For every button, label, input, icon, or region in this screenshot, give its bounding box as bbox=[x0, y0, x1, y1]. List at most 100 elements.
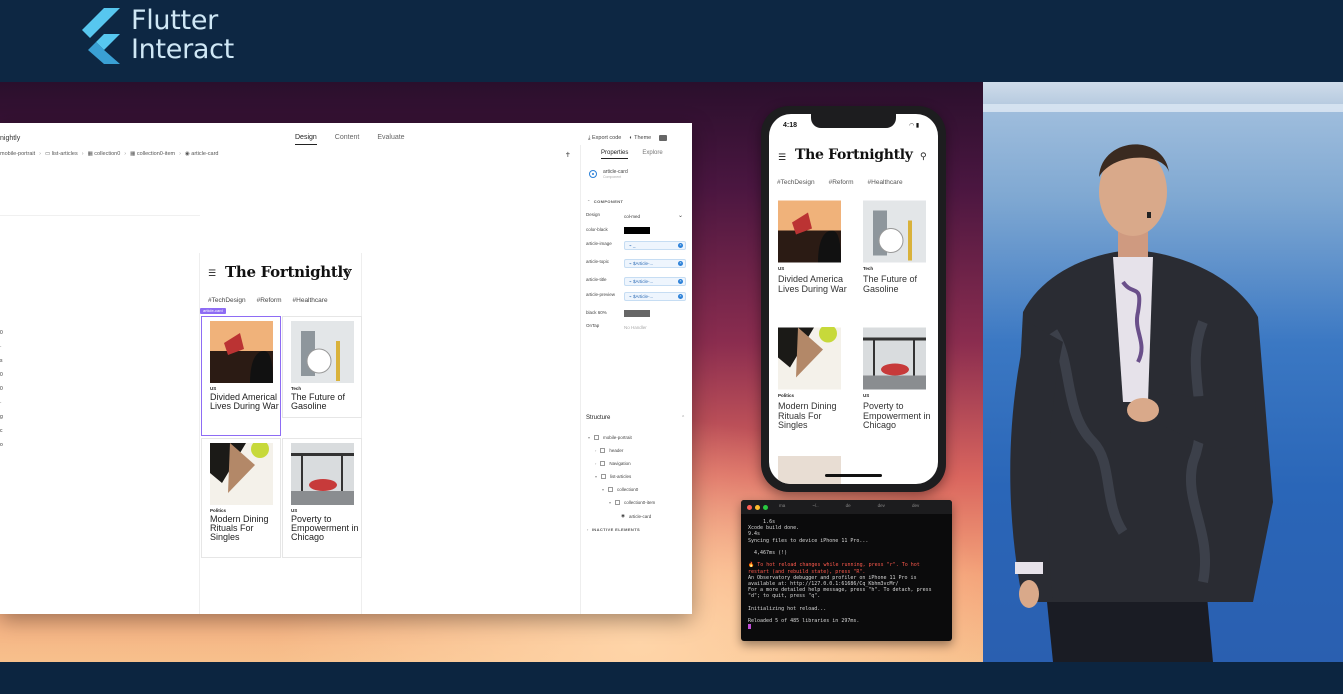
prop-article-topic: article-topic ⌁ $Article-... × bbox=[586, 259, 686, 275]
terminal-tabs: ma ~/.. de dev dev bbox=[779, 503, 919, 508]
terminal-tab[interactable]: de bbox=[846, 503, 851, 508]
export-code-button[interactable]: ⤓ Export code bbox=[588, 135, 621, 142]
terminal-output: 1.6s Xcode build done. 9.4s Syncing files t… bbox=[748, 519, 948, 632]
chevron-down-icon[interactable]: ⌄ bbox=[678, 212, 683, 219]
grid-icon: ▦ bbox=[130, 151, 136, 157]
structure-header[interactable]: Structure ⌃ bbox=[586, 415, 685, 421]
tag-item[interactable]: #Reform bbox=[829, 179, 854, 186]
ontap-handler[interactable]: No Handler bbox=[624, 323, 647, 332]
status-icons: ◠ ▮ bbox=[909, 123, 920, 129]
tag-item[interactable]: #Healthcare bbox=[293, 297, 328, 304]
pin-icon[interactable]: ✝ bbox=[565, 151, 571, 159]
minimize-icon[interactable] bbox=[755, 505, 760, 510]
app-title: The Fortnightly bbox=[795, 147, 913, 163]
prop-article-preview: article-preview ⌁ $Article-... × bbox=[586, 292, 686, 308]
breadcrumb-item[interactable]: collection0 bbox=[94, 151, 120, 157]
binding-chip[interactable]: ⌁ $Article-... × bbox=[624, 277, 686, 286]
color-swatch[interactable] bbox=[624, 227, 650, 234]
design-canvas[interactable]: 0 · s 0 0 · g c o ☰ The Fortnightly ⚲ #TechDesig… bbox=[0, 161, 580, 614]
close-icon[interactable] bbox=[747, 505, 752, 510]
theme-button[interactable]: ◐ Theme bbox=[629, 135, 651, 142]
clear-icon: × bbox=[678, 279, 683, 284]
terminal-tab[interactable]: dev bbox=[878, 503, 885, 508]
menu-icon[interactable]: ☰ bbox=[778, 152, 786, 163]
binding-chip[interactable]: ⌁ $Article-... × bbox=[624, 259, 686, 268]
phone-notch bbox=[811, 114, 896, 128]
search-icon[interactable]: ⚲ bbox=[920, 151, 927, 162]
maximize-icon[interactable] bbox=[763, 505, 768, 510]
search-icon[interactable]: ⚲ bbox=[343, 267, 350, 278]
terminal-cursor bbox=[748, 624, 751, 630]
inactive-elements-header[interactable]: › INACTIVE ELEMENTS bbox=[587, 527, 640, 532]
article-topic: US bbox=[778, 266, 785, 271]
chevron-up-icon: ⌃ bbox=[681, 415, 686, 421]
tree-item[interactable]: ▾ collection0-item bbox=[609, 500, 655, 505]
tab-explore[interactable]: Explore bbox=[642, 150, 662, 159]
article-image[interactable] bbox=[778, 456, 841, 484]
clear-icon: × bbox=[678, 243, 683, 248]
article-topic: US bbox=[863, 393, 870, 398]
article-image[interactable] bbox=[863, 200, 926, 263]
article-image[interactable] bbox=[778, 327, 841, 390]
iphone-simulator: 4:18 ◠ ▮ ☰ The Fortnightly ⚲ #TechDesign… bbox=[761, 106, 946, 492]
tree-item[interactable]: ▾ mobile-portrait bbox=[588, 435, 632, 440]
article-card[interactable]: US Divided Americal Lives During War bbox=[201, 316, 281, 436]
color-swatch[interactable] bbox=[624, 310, 650, 317]
breadcrumb-item[interactable]: list-articles bbox=[52, 151, 78, 157]
article-image bbox=[291, 443, 354, 505]
article-image[interactable] bbox=[778, 200, 841, 263]
article-title[interactable]: Poverty to Empowerment in Chicago bbox=[863, 401, 933, 431]
component-section-header[interactable]: ⌃ COMPONENT bbox=[587, 199, 623, 204]
breadcrumb-item[interactable]: collection0-item bbox=[137, 151, 175, 157]
tree-item[interactable]: ▾ collection0 bbox=[602, 487, 638, 492]
selected-type: Component bbox=[603, 175, 622, 179]
tab-evaluate[interactable]: Evaluate bbox=[377, 134, 404, 145]
tag-item[interactable]: #Reform bbox=[257, 297, 282, 304]
prop-article-title: article-title ⌁ $Article-... × bbox=[586, 277, 686, 289]
prop-article-image: article-image ⌁ _ × bbox=[586, 241, 686, 257]
article-title[interactable]: Modern Dining Rituals For Singles bbox=[778, 401, 848, 431]
tree-item[interactable]: › Navigation bbox=[595, 461, 631, 466]
selection-badge: article-card bbox=[200, 308, 226, 314]
tag-item[interactable]: #TechDesign bbox=[777, 179, 815, 186]
breadcrumb-item[interactable]: mobile-portrait bbox=[0, 151, 35, 157]
article-card[interactable]: Politics Modern Dining Rituals For Singl… bbox=[201, 438, 281, 558]
editor-actions: ⤓ Export code ◐ Theme bbox=[588, 135, 668, 142]
terminal-tab[interactable]: ma bbox=[779, 503, 785, 508]
tag-item[interactable]: #Healthcare bbox=[868, 179, 903, 186]
design-select[interactable]: col-med bbox=[624, 212, 640, 221]
terminal-titlebar: ma ~/.. de dev dev bbox=[741, 500, 952, 514]
properties-panel: Properties Explore article-card Componen… bbox=[580, 145, 692, 614]
tree-item[interactable]: › header bbox=[595, 448, 623, 453]
breadcrumb-item[interactable]: article-card bbox=[191, 151, 218, 157]
article-topic: Tech bbox=[863, 266, 874, 271]
article-image[interactable] bbox=[863, 327, 926, 390]
article-card[interactable]: US Poverty to Empowerment in Chicago bbox=[282, 438, 362, 558]
component-icon: ◉ bbox=[184, 151, 190, 157]
ruler-ticks: 0 · s 0 0 · g c o bbox=[0, 330, 3, 448]
phone-screen[interactable]: 4:18 ◠ ▮ ☰ The Fortnightly ⚲ #TechDesign… bbox=[769, 114, 938, 484]
menu-icon[interactable]: ☰ bbox=[208, 268, 216, 279]
article-title[interactable]: Divided America Lives During War bbox=[778, 274, 848, 294]
article-topic: Politics bbox=[778, 393, 795, 398]
tab-content[interactable]: Content bbox=[335, 134, 360, 145]
canvas-device-frame[interactable]: ☰ The Fortnightly ⚲ #TechDesign #Reform … bbox=[199, 253, 362, 614]
binding-chip[interactable]: ⌁ _ × bbox=[624, 241, 686, 250]
terminal-window: ma ~/.. de dev dev 1.6s Xcode build done.… bbox=[741, 500, 952, 641]
terminal-tab[interactable]: dev bbox=[912, 503, 919, 508]
article-card[interactable]: Tech The Future of Gasoline bbox=[282, 316, 362, 418]
editor-title: nightly bbox=[0, 135, 21, 142]
breadcrumb: mobile-portrait › ▭ list-articles › ▦ co… bbox=[0, 151, 219, 157]
tree-item[interactable]: ◉ article-card bbox=[621, 513, 651, 519]
comment-icon[interactable] bbox=[659, 135, 668, 141]
terminal-tab[interactable]: ~/.. bbox=[812, 503, 818, 508]
home-indicator[interactable] bbox=[825, 474, 882, 477]
tag-nav: #TechDesign #Reform #Healthcare bbox=[777, 179, 903, 186]
tag-item[interactable]: #TechDesign bbox=[208, 297, 246, 304]
binding-chip[interactable]: ⌁ $Article-... × bbox=[624, 292, 686, 301]
bottom-bar bbox=[0, 662, 1343, 694]
tree-item[interactable]: ▾ list-articles bbox=[595, 474, 631, 479]
tab-properties[interactable]: Properties bbox=[601, 150, 629, 159]
tab-design[interactable]: Design bbox=[295, 134, 317, 145]
article-title[interactable]: The Future of Gasoline bbox=[863, 274, 933, 294]
